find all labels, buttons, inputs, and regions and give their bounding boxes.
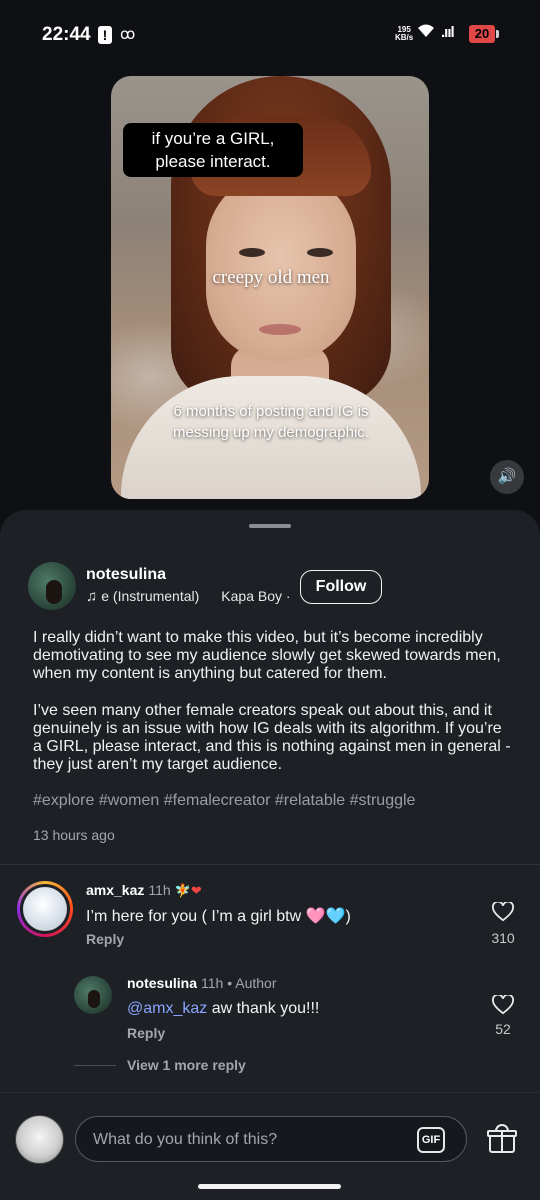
view-more-line [74,1065,116,1066]
music-info[interactable]: ♫e (Instrumental) Kapa Boy · F [86,588,292,605]
network-speed-unit: KB/s [395,33,414,42]
comment-username[interactable]: amx_kaz 11h 🧚❤ [86,882,202,899]
reply-user[interactable]: notesulina [127,975,197,991]
music-title: e (Instrumental) [101,588,200,604]
video-eye-right [307,248,333,257]
home-indicator[interactable] [198,1184,341,1189]
post-timestamp: 13 hours ago [33,827,115,843]
signal-icon: .ııl [441,24,455,41]
comments-sheet: notesulina ♫ e (Instrumental) Kapa Boy · F… [0,510,540,1200]
divider [0,864,540,865]
reply-text: @amx_kaz aw thank you!!! [127,1000,319,1018]
follow-button[interactable]: Follow [300,570,382,604]
reply-button[interactable]: Reply [86,931,124,947]
gift-icon[interactable] [486,1124,518,1154]
music-note-icon: ♫ [86,588,98,605]
reply-avatar-figure [88,990,100,1008]
video-eye-left [239,248,265,257]
author-avatar[interactable] [28,562,76,610]
post-hashtags[interactable]: #explore #women #femalecreator #relatabl… [33,792,415,810]
comment-time: 11h [148,882,171,898]
avatar-ring-inner [20,884,70,934]
battery-icon: 20 [469,25,495,43]
battery-tip [496,30,499,38]
like-count: 52 [495,1021,511,1037]
wifi-icon [416,22,436,44]
video-caption-middle: creepy old men [212,267,330,288]
post-caption-paragraph-2: I’ve seen many other female creators spe… [33,702,511,773]
reply-username[interactable]: notesulina 11h • Author [127,975,277,991]
like-count: 310 [491,930,515,946]
video-caption-top: if you’re a GIRL, please interact. [123,123,303,177]
sheet-drag-handle[interactable] [249,524,291,528]
tripadvisor-icon: ꝏ [120,26,136,43]
comment-text: I’m here for you ( I’m a girl btw 🩷🩵) [86,908,351,925]
comment-user[interactable]: amx_kaz [86,882,144,898]
author-tag: • Author [227,975,277,991]
reply-author-avatar[interactable] [74,976,112,1014]
speaker-icon: 🔊 [497,468,517,485]
comment-composer[interactable]: GIF [75,1116,467,1162]
video-lips [259,324,301,335]
clock: 22:44 [42,24,91,45]
avatar-image [23,887,67,931]
commenter-avatar[interactable] [17,881,73,937]
gif-button[interactable]: GIF [417,1127,445,1153]
view-more-replies-button[interactable]: View 1 more reply [127,1057,246,1073]
status-bar: 22:44 ! ꝏ 195 KB/s .ııl 20 [0,0,540,72]
sound-toggle-button[interactable]: 🔊 [490,460,524,494]
divider [0,1092,540,1093]
video-caption-bottom: 6 months of posting and IG is messing up… [173,403,369,441]
reply-button[interactable]: Reply [127,1025,165,1041]
screen: 22:44 ! ꝏ 195 KB/s .ııl 20 if you’re a G… [0,0,540,1200]
author-username[interactable]: notesulina [86,566,166,584]
heart-icon[interactable] [491,900,515,924]
alert-icon: ! [98,26,112,44]
my-avatar [15,1115,64,1164]
music-artist: Kapa Boy · F [221,588,292,604]
mention-link[interactable]: @amx_kaz [127,1000,207,1017]
heart-icon[interactable] [491,993,515,1017]
reply-body: aw thank you!!! [207,1000,320,1017]
video-player[interactable]: if you’re a GIRL, please interact. creep… [111,76,429,499]
network-speed: 195 KB/s [395,26,413,42]
fairy-heart-badge-icon: 🧚❤ [174,883,202,898]
author-avatar-figure [46,580,62,604]
reply-time: 11h [201,975,224,991]
post-caption-paragraph-1: I really didn’t want to make this video,… [33,629,501,682]
gift-ribbon [500,1130,503,1153]
comment-input[interactable] [93,1128,393,1152]
